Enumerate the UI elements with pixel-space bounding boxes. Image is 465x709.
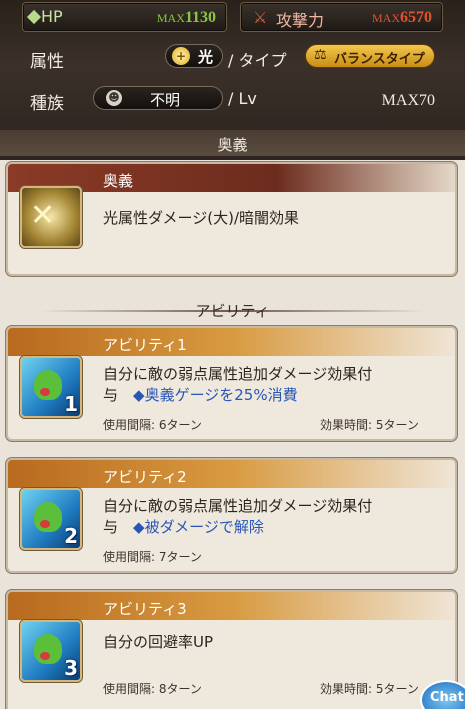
ability-title: アビリティ2: [8, 460, 455, 488]
ability-cooldown: 使用間隔: 6ターン: [103, 418, 202, 432]
hp-label: HP: [41, 7, 63, 26]
ability-title: アビリティ3: [8, 592, 455, 620]
sword-icon: ⚔: [253, 8, 268, 27]
ability-description: 自分に敵の弱点属性追加ダメージ効果付 与 ◆被ダメージで解除: [103, 497, 373, 536]
ability-duration: 効果時間: 5ターン: [320, 682, 419, 696]
race-value: 不明: [150, 91, 181, 109]
ability-section-header: アビリティ: [0, 298, 465, 324]
race-pill: ☻ 不明: [93, 86, 223, 110]
attribute-label: 属性: [30, 52, 64, 72]
race-icon: ☻: [106, 90, 122, 106]
light-element-icon: +: [172, 47, 190, 65]
ability-card[interactable]: アビリティ1 1 自分に敵の弱点属性追加ダメージ効果付 与 ◆奥義ゲージを25%…: [6, 326, 457, 441]
ability-card[interactable]: アビリティ2 2 自分に敵の弱点属性追加ダメージ効果付 与 ◆被ダメージで解除 …: [6, 458, 457, 573]
ability-cooldown: 使用間隔: 7ターン: [103, 550, 202, 564]
max-level: MAX70: [381, 92, 435, 109]
attack-value: 6570: [400, 9, 432, 26]
ability-cooldown: 使用間隔: 8ターン: [103, 682, 202, 696]
attack-stat-bar: ⚔ 攻撃力 MAX6570: [240, 2, 443, 32]
lv-label: / Lv: [228, 89, 257, 108]
type-badge: ⚖ バランスタイプ: [305, 44, 435, 68]
attack-max: MAX6570: [371, 9, 432, 26]
ougi-section-header: 奥義: [0, 130, 465, 156]
attribute-pill: + 光: [165, 44, 223, 68]
type-label: / タイプ: [228, 51, 287, 70]
ability-duration: 効果時間: 5ターン: [320, 418, 419, 432]
hp-value: 1130: [184, 9, 216, 26]
type-value: バランスタイプ: [334, 52, 425, 67]
attribute-value: 光: [198, 48, 214, 66]
hp-diamond-icon: [26, 9, 42, 25]
hp-stat-bar: HP MAX1130: [22, 2, 227, 32]
race-label: 種族: [30, 94, 64, 114]
ability-title: アビリティ1: [8, 328, 455, 356]
attack-label: 攻撃力: [276, 11, 325, 30]
ability-description: 自分の回避率UP: [103, 633, 214, 651]
ability-card[interactable]: アビリティ3 3 自分の回避率UP 使用間隔: 8ターン 効果時間: 5ターン: [6, 590, 457, 709]
ougi-card: 奥義 ✕ 光属性ダメージ(大)/暗闇効果: [6, 162, 457, 276]
ougi-description: 光属性ダメージ(大)/暗闇効果: [103, 209, 300, 227]
ability-description: 自分に敵の弱点属性追加ダメージ効果付 与 ◆奥義ゲージを25%消費: [103, 365, 373, 404]
balance-scale-icon: ⚖: [314, 47, 327, 63]
hp-max: MAX1130: [156, 9, 216, 26]
